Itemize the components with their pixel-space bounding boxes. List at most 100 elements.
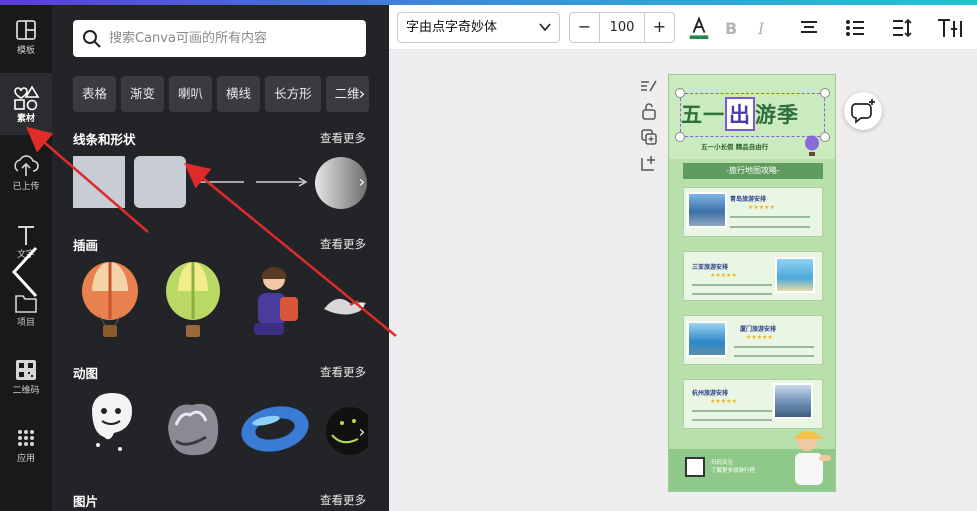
qrcode-icon [685,457,705,477]
chevron-right-icon[interactable]: › [352,81,372,107]
svg-text:I: I [757,19,765,38]
selection-box [680,93,825,137]
resize-handle[interactable] [820,132,830,142]
text-toolbar: 字由点字奇妙体 − 100 + B I [389,5,977,50]
rail-item-uploads[interactable]: 已上传 [0,141,52,203]
font-family-value: 字由点字奇妙体 [406,20,498,35]
text-line [692,284,772,286]
rail-label: 素材 [16,114,35,124]
chevron-left-icon[interactable] [6,244,42,300]
duplicate-icon[interactable] [640,128,658,146]
footer-text: 扫码关注了解更多旅游行程 [711,459,755,475]
filter-chips: 表格 渐变 喇叭 横线 长方形 二维 [73,76,369,112]
chrome-shape-animation[interactable] [162,397,222,461]
chip[interactable]: 长方形 [265,76,321,112]
increase-font-size-button[interactable]: + [644,13,674,42]
apps-icon [18,430,34,446]
bold-icon[interactable]: B [723,16,739,40]
rail-item-apps[interactable]: 应用 [0,413,52,475]
qrcode-icon [16,360,36,380]
tour-guide-illustration [795,431,831,485]
beach-photo [775,257,815,293]
upload-icon [14,155,39,176]
traveler-illustration[interactable] [244,263,306,341]
chevron-right-icon[interactable]: › [354,169,370,195]
chip[interactable]: 渐变 [121,76,165,112]
card-title: 三亚旅游安排 [692,264,729,271]
resize-handle[interactable] [820,88,830,98]
rail-label: 应用 [16,454,35,464]
square-shape[interactable] [73,156,125,208]
rail-label: 已上传 [12,182,40,192]
chevron-down-icon [539,23,551,32]
footer-line: 了解更多旅游行程 [711,468,756,474]
see-more-link[interactable]: 查看更多 [320,364,366,380]
elements-panel: 表格渐变喇叭横线长方形二维 › 线条和形状 查看更多 › 插画 查看更多 › 动… [52,5,389,511]
line-shape[interactable] [194,175,246,189]
balloon-icon [805,135,819,156]
text-line [734,346,814,348]
rating-stars: ★★★★★ [748,204,775,211]
blue-ring-animation[interactable] [238,401,312,457]
card-title: 杭州旅游安排 [692,390,729,397]
line-spacing-icon[interactable] [891,16,913,40]
skyline-photo [773,383,813,419]
font-size-value[interactable]: 100 [600,13,644,42]
rail-label: 模板 [16,46,35,56]
rating-stars: ★★★★★ [710,272,737,279]
footer-line: 扫码关注 [711,460,734,466]
see-more-link[interactable]: 查看更多 [320,492,366,508]
section-title-illustrations: 插画 [73,238,99,253]
resize-handle[interactable] [675,132,685,142]
text-line [730,226,810,228]
section-title-photos: 图片 [73,494,99,509]
add-comment-button[interactable] [844,92,882,130]
hot-air-balloon-illustration[interactable] [80,261,140,341]
align-center-icon[interactable] [799,16,819,40]
page-tools [640,78,658,180]
svg-text:B: B [725,19,737,38]
text-line [730,216,810,218]
template-icon [16,20,36,40]
rail-item-qrcode[interactable]: 二维码 [0,345,52,407]
rating-stars: ★★★★★ [746,334,773,341]
arrow-line-shape[interactable] [254,175,310,189]
text-line [692,293,772,295]
section-title-animations: 动图 [73,366,99,381]
chevron-right-icon[interactable]: › [354,293,370,319]
hot-air-balloon-illustration[interactable] [164,261,222,341]
chip[interactable]: 表格 [73,76,117,112]
rail-item-elements[interactable]: 素材 [0,73,52,135]
resize-handle[interactable] [675,88,685,98]
font-family-select[interactable]: 字由点字奇妙体 [397,12,560,43]
search-icon [83,30,101,48]
card-title: 青岛旅游安排 [730,196,767,203]
see-more-link[interactable]: 查看更多 [320,130,366,146]
see-more-link[interactable]: 查看更多 [320,236,366,252]
poster-footer: 扫码关注了解更多旅游行程 [669,431,835,491]
text-line [692,410,772,412]
smiley-blob-animation[interactable] [84,389,138,459]
search-box[interactable] [73,20,366,57]
card-title: 厦门旅游安排 [740,326,777,333]
notes-icon[interactable] [640,78,658,94]
bullet-list-icon[interactable] [845,16,865,40]
poster-subtitle: 五一小长假 精品自由行 [701,143,769,151]
add-page-icon[interactable] [640,154,658,172]
lock-icon[interactable] [640,102,658,120]
comment-plus-icon [851,99,875,124]
text-case-icon[interactable] [937,16,963,40]
bay-photo [687,321,727,357]
rail-label: 二维码 [12,386,40,396]
chip[interactable]: 横线 [217,76,261,112]
italic-icon[interactable]: I [755,16,771,40]
chip[interactable]: 喇叭 [169,76,213,112]
text-color-icon[interactable] [687,16,711,40]
chevron-right-icon[interactable]: › [354,419,370,445]
search-input[interactable] [109,20,359,57]
decrease-font-size-button[interactable]: − [570,13,600,42]
text-line [734,355,814,357]
rail-item-templates[interactable]: 模板 [0,5,52,67]
city-photo [687,192,727,228]
rounded-square-shape[interactable] [134,156,186,208]
